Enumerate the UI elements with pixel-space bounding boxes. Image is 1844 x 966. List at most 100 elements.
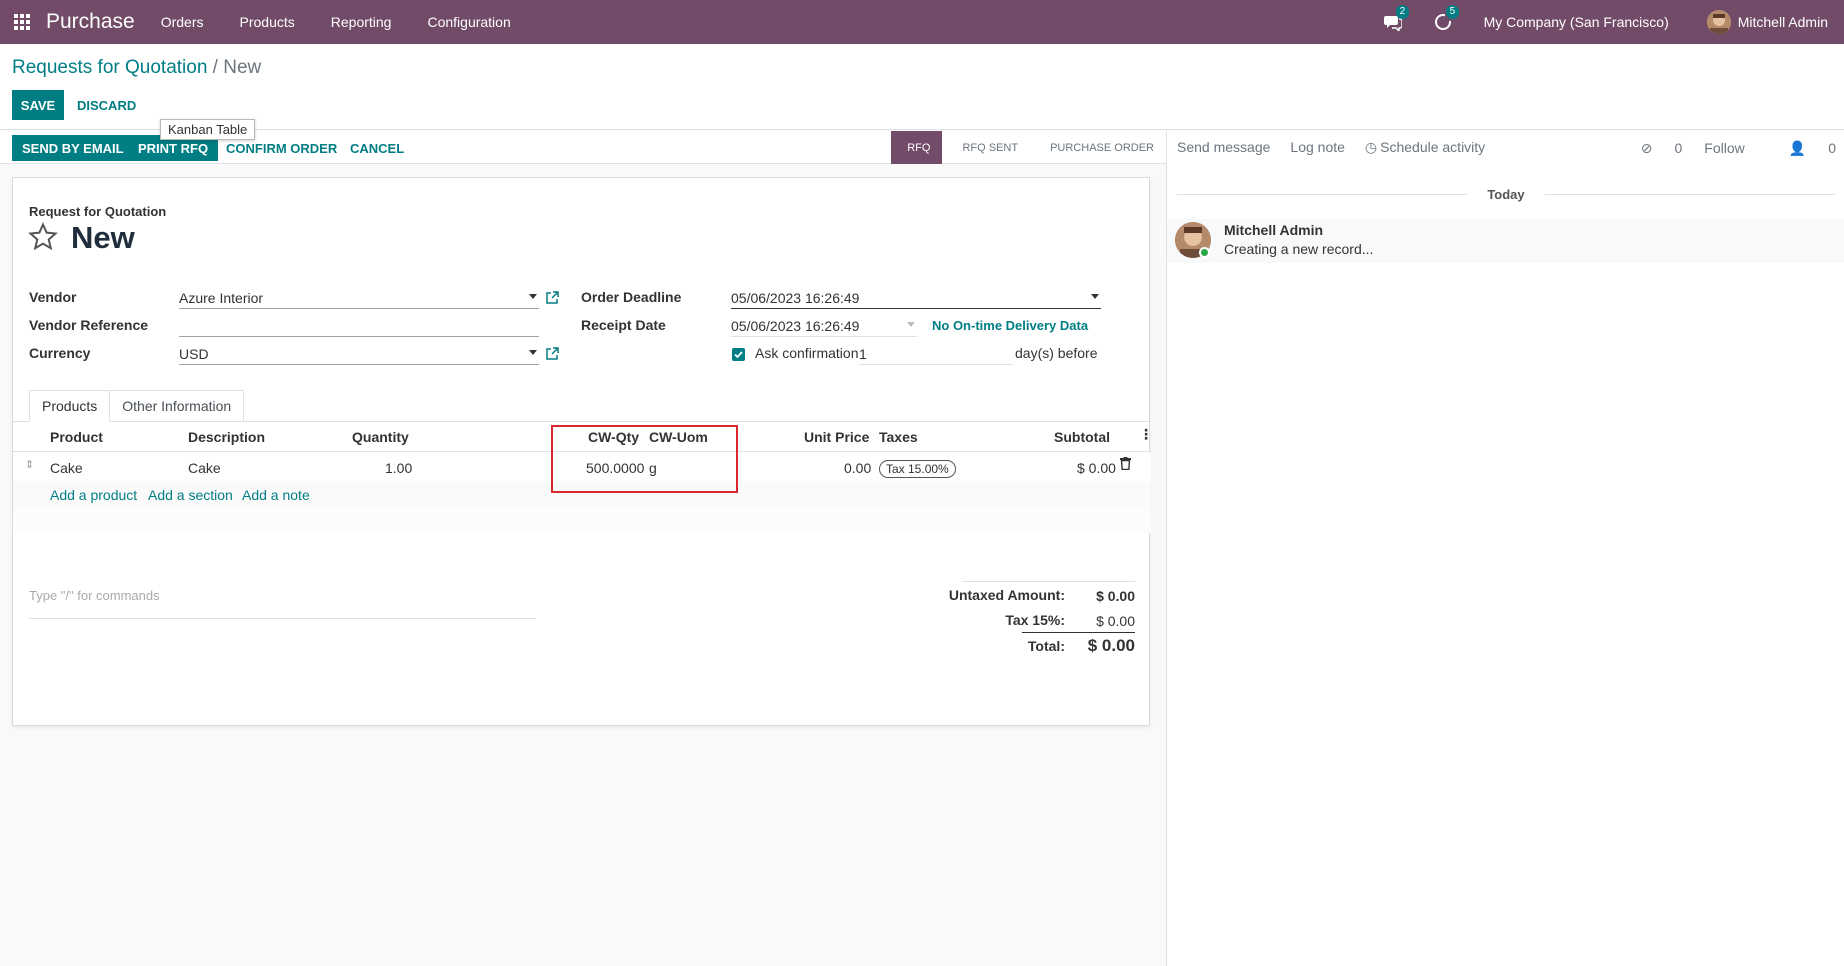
trash-icon[interactable] xyxy=(1120,457,1131,473)
stage-rfq[interactable]: RFQ xyxy=(891,131,943,164)
control-panel: Requests for Quotation / New SAVE DISCAR… xyxy=(0,44,1844,130)
cell-product[interactable]: Cake xyxy=(50,460,83,476)
vendor-field[interactable]: Azure Interior xyxy=(179,288,539,309)
confirmation-days-input[interactable]: 1 xyxy=(859,344,1013,365)
currency-value: USD xyxy=(179,346,209,362)
top-navbar: Purchase Orders Products Reporting Confi… xyxy=(0,0,1844,44)
send-message-button[interactable]: Send message xyxy=(1177,139,1270,155)
log-note-button[interactable]: Log note xyxy=(1290,139,1345,155)
tax-label: Tax 15%: xyxy=(1005,612,1065,628)
highlight-box xyxy=(551,425,738,493)
chevron-down-icon xyxy=(907,322,915,327)
add-section-link[interactable]: Add a section xyxy=(148,487,233,503)
save-button[interactable]: SAVE xyxy=(12,90,64,120)
menu-orders[interactable]: Orders xyxy=(161,14,204,30)
drag-handle-icon[interactable]: ⇕ xyxy=(25,458,34,471)
vendor-reference-field[interactable] xyxy=(179,316,539,337)
activities-badge: 5 xyxy=(1445,5,1460,19)
receipt-date-value: 05/06/2023 16:26:49 xyxy=(731,318,860,334)
chevron-down-icon xyxy=(1091,294,1099,299)
days-before-label: day(s) before xyxy=(1015,345,1098,361)
cell-unit-price[interactable]: 0.00 xyxy=(844,460,871,476)
schedule-activity-button[interactable]: ◷ Schedule activity xyxy=(1365,139,1505,156)
tax-tag[interactable]: Tax 15.00% xyxy=(879,460,956,478)
receipt-date-field[interactable]: 05/06/2023 16:26:49 xyxy=(731,316,917,337)
stage-rfq-sent[interactable]: RFQ SENT xyxy=(942,131,1030,164)
external-link-icon[interactable] xyxy=(546,291,559,304)
app-brand[interactable]: Purchase xyxy=(46,10,135,34)
menu-reporting[interactable]: Reporting xyxy=(331,14,392,30)
user-name: Mitchell Admin xyxy=(1737,14,1828,30)
cancel-button[interactable]: CANCEL xyxy=(350,135,404,161)
chevron-down-icon xyxy=(529,294,537,299)
follow-button[interactable]: Follow xyxy=(1704,140,1744,157)
notebook-tabs: Products Other Information xyxy=(29,390,245,422)
menu-configuration[interactable]: Configuration xyxy=(427,14,510,30)
discard-button[interactable]: DISCARD xyxy=(77,90,136,120)
total-label: Total: xyxy=(1027,638,1065,654)
chatter-panel: Send message Log note ◷ Schedule activity… xyxy=(1166,131,1844,966)
send-by-email-button[interactable]: SEND BY EMAIL xyxy=(12,135,134,161)
attachments-button[interactable]: ⊘ 0 xyxy=(1619,140,1683,157)
vendor-reference-label: Vendor Reference xyxy=(29,317,149,333)
column-subtotal[interactable]: Subtotal xyxy=(1054,429,1110,445)
followers-count: 0 xyxy=(1828,140,1836,156)
tax-value: $ 0.00 xyxy=(1096,613,1135,629)
message-author[interactable]: Mitchell Admin xyxy=(1224,222,1323,238)
message-body: Creating a new record... xyxy=(1224,241,1374,257)
column-taxes[interactable]: Taxes xyxy=(879,429,918,445)
currency-label: Currency xyxy=(29,345,91,361)
empty-row xyxy=(13,507,1151,533)
chevron-down-icon xyxy=(529,350,537,355)
terms-notes-input[interactable]: Type "/" for commands xyxy=(29,588,536,619)
column-quantity[interactable]: Quantity xyxy=(352,429,409,445)
ask-confirmation-label: Ask confirmation xyxy=(755,345,859,361)
tab-other-information[interactable]: Other Information xyxy=(110,390,245,422)
order-deadline-label: Order Deadline xyxy=(581,289,682,305)
column-options-icon[interactable]: ⋮ xyxy=(1139,426,1153,443)
tooltip: Kanban Table xyxy=(160,119,256,140)
order-deadline-field[interactable]: 05/06/2023 16:26:49 xyxy=(731,288,1101,309)
app-menu-icon[interactable] xyxy=(2,0,42,44)
on-time-delivery-link[interactable]: No On-time Delivery Data xyxy=(932,318,1088,333)
column-product[interactable]: Product xyxy=(50,429,103,445)
messages-icon[interactable]: 2 xyxy=(1383,5,1410,33)
currency-field[interactable]: USD xyxy=(179,344,539,365)
menu-products[interactable]: Products xyxy=(240,14,295,30)
add-note-link[interactable]: Add a note xyxy=(242,487,310,503)
record-name: New xyxy=(71,220,135,255)
receipt-date-label: Receipt Date xyxy=(581,317,666,333)
cell-quantity[interactable]: 1.00 xyxy=(385,460,412,476)
column-description[interactable]: Description xyxy=(188,429,265,445)
breadcrumb: Requests for Quotation / New xyxy=(12,57,261,79)
user-menu[interactable]: Mitchell Admin xyxy=(1706,10,1828,34)
vendor-value: Azure Interior xyxy=(179,290,264,306)
add-product-link[interactable]: Add a product xyxy=(50,487,137,503)
clock-icon: ◷ xyxy=(1364,138,1378,155)
breadcrumb-current: New xyxy=(223,57,262,78)
breadcrumb-parent[interactable]: Requests for Quotation xyxy=(12,57,207,78)
stage-pipeline: RFQ RFQ SENT PURCHASE ORDER xyxy=(891,131,1166,164)
form-sheet: Request for Quotation New Vendor Azure I… xyxy=(12,177,1153,726)
total-value: $ 0.00 xyxy=(1087,636,1135,655)
untaxed-amount-value: $ 0.00 xyxy=(1096,588,1135,604)
chatter-message: Mitchell Admin Creating a new record... xyxy=(1167,219,1844,263)
online-status-icon xyxy=(1199,247,1210,258)
external-link-icon[interactable] xyxy=(546,347,559,360)
attachments-count: 0 xyxy=(1674,140,1683,156)
cell-description[interactable]: Cake xyxy=(188,460,221,476)
record-type-label: Request for Quotation xyxy=(29,204,167,219)
vendor-label: Vendor xyxy=(29,289,77,305)
breadcrumb-separator: / xyxy=(212,57,218,78)
activities-icon[interactable]: 5 xyxy=(1434,5,1460,31)
column-unit-price[interactable]: Unit Price xyxy=(804,429,869,445)
date-separator-line xyxy=(1545,194,1835,195)
tab-products[interactable]: Products xyxy=(29,390,111,422)
untaxed-amount-label: Untaxed Amount: xyxy=(948,587,1065,603)
ask-confirmation-checkbox[interactable] xyxy=(732,348,745,361)
paperclip-icon: ⊘ xyxy=(1640,140,1653,156)
star-icon[interactable] xyxy=(28,222,58,252)
company-switcher[interactable]: My Company (San Francisco) xyxy=(1484,14,1669,30)
stage-purchase-order[interactable]: PURCHASE ORDER xyxy=(1030,131,1166,164)
followers-button[interactable]: 👤 0 xyxy=(1767,140,1836,157)
